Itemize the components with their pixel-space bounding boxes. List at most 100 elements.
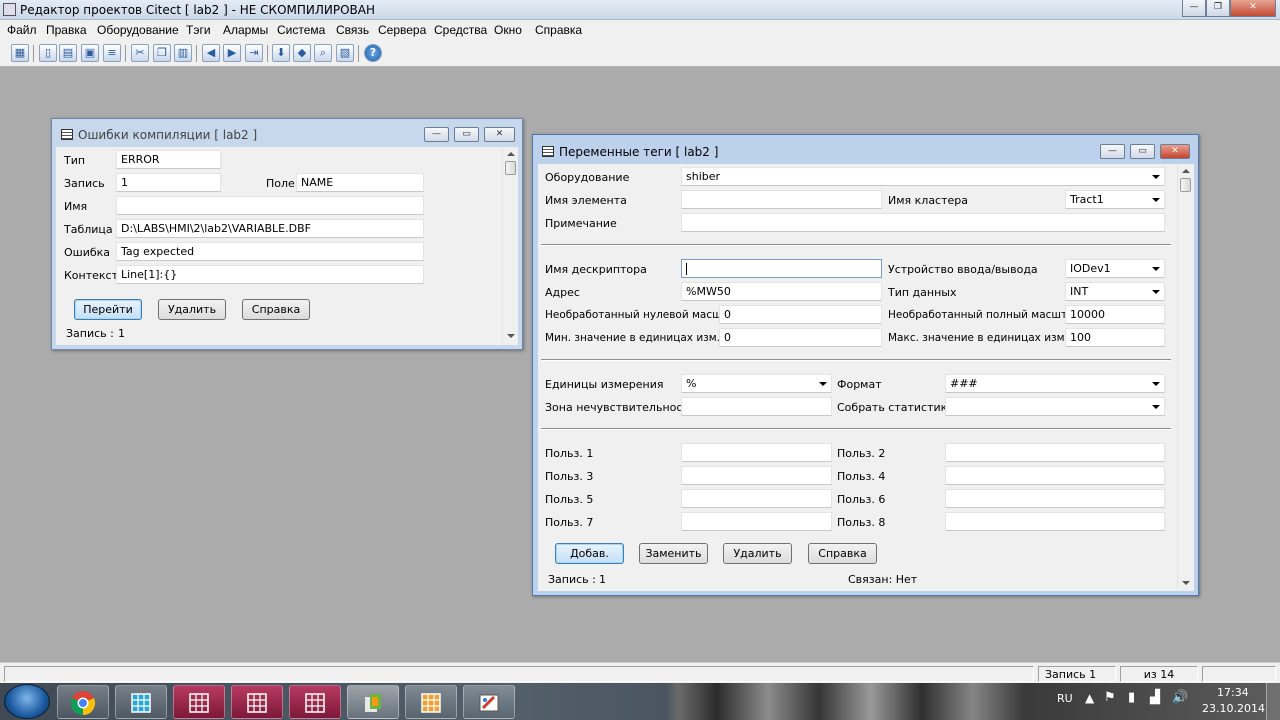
address-field[interactable]: %MW50: [681, 282, 882, 301]
action-center-icon[interactable]: ⚑: [1104, 690, 1116, 705]
error-field[interactable]: Tag expected: [116, 242, 424, 261]
network-icon[interactable]: ▟: [1150, 690, 1160, 705]
close-icon[interactable]: ✕: [1160, 144, 1190, 159]
chrome-icon[interactable]: [57, 685, 109, 719]
clock-date[interactable]: 23.10.2014: [1202, 702, 1265, 715]
menu-comms[interactable]: Связь: [336, 23, 369, 37]
run-icon[interactable]: ▧: [336, 44, 354, 62]
raw-zero-field[interactable]: 0: [719, 305, 882, 324]
goto-icon[interactable]: ⇥: [245, 44, 263, 62]
deadband-field[interactable]: [681, 397, 832, 416]
type-field[interactable]: ERROR: [116, 150, 221, 169]
maximize-icon[interactable]: ▭: [1130, 144, 1155, 159]
data-type-select[interactable]: INT: [1065, 282, 1165, 301]
eng-max-field[interactable]: 100: [1065, 328, 1165, 347]
menu-equipment[interactable]: Оборудование: [97, 23, 179, 37]
raw-full-field[interactable]: 10000: [1065, 305, 1165, 324]
menu-system[interactable]: Система: [277, 23, 325, 37]
menu-help[interactable]: Справка: [535, 23, 582, 37]
open-icon[interactable]: ▤: [59, 44, 77, 62]
descriptor-field[interactable]: [681, 259, 882, 278]
maximize-icon[interactable]: ▭: [454, 127, 479, 142]
scroll-up-icon[interactable]: [507, 152, 515, 156]
field-name-field[interactable]: NAME: [296, 173, 424, 192]
citect-icon[interactable]: [405, 685, 457, 719]
scroll-down-icon[interactable]: [507, 334, 515, 338]
delete-button[interactable]: Удалить: [158, 299, 226, 320]
user2-field[interactable]: [945, 443, 1165, 462]
element-field[interactable]: [681, 190, 882, 209]
user1-field[interactable]: [681, 443, 832, 462]
menu-file[interactable]: Файл: [7, 23, 37, 37]
menu-servers[interactable]: Сервера: [378, 23, 426, 37]
close-icon[interactable]: ✕: [1230, 0, 1276, 17]
office-icon[interactable]: [347, 685, 399, 719]
menu-window[interactable]: Окно: [494, 23, 522, 37]
format-select[interactable]: ###: [945, 374, 1165, 393]
menu-tools[interactable]: Средства: [434, 23, 487, 37]
help-button[interactable]: Справка: [808, 543, 877, 564]
scroll-thumb[interactable]: [1180, 178, 1191, 192]
eng-units-select[interactable]: %: [681, 374, 832, 393]
scroll-thumb[interactable]: [505, 161, 516, 175]
vertical-scrollbar[interactable]: [502, 147, 518, 345]
find-icon[interactable]: ⌕: [314, 44, 332, 62]
menu-alarms[interactable]: Алармы: [223, 23, 268, 37]
help-icon[interactable]: ?: [364, 44, 382, 62]
paint-icon[interactable]: [463, 685, 515, 719]
help-button[interactable]: Справка: [242, 299, 310, 320]
vertical-scrollbar[interactable]: [1177, 164, 1194, 591]
scroll-down-icon[interactable]: [1182, 581, 1190, 585]
restore-icon[interactable]: ❐: [1206, 0, 1230, 17]
volume-icon[interactable]: 🔊: [1172, 690, 1188, 705]
properties-icon[interactable]: ▣: [81, 44, 99, 62]
citect-icon[interactable]: [173, 685, 225, 719]
paste-icon[interactable]: ▥: [174, 44, 192, 62]
user4-field[interactable]: [945, 466, 1165, 485]
copy-icon[interactable]: ❐: [153, 44, 171, 62]
io-device-select[interactable]: IODev1: [1065, 259, 1165, 278]
scroll-up-icon[interactable]: [1182, 169, 1190, 173]
cut-icon[interactable]: ✂: [131, 44, 149, 62]
user5-field[interactable]: [681, 489, 832, 508]
user7-field[interactable]: [681, 512, 832, 531]
comment-field[interactable]: [681, 213, 1165, 232]
add-button[interactable]: Добав.: [555, 543, 624, 564]
citect-icon[interactable]: [231, 685, 283, 719]
list-icon[interactable]: ≡: [103, 44, 121, 62]
new-icon[interactable]: ▯: [39, 44, 57, 62]
power-icon[interactable]: ▮: [1128, 690, 1135, 705]
project-icon[interactable]: ▦: [11, 44, 29, 62]
cluster-select[interactable]: Tract1: [1065, 190, 1165, 209]
show-desktop-button[interactable]: [1266, 683, 1280, 720]
stats-select[interactable]: [945, 397, 1165, 416]
equipment-select[interactable]: shiber: [681, 167, 1165, 186]
menu-tags[interactable]: Тэги: [186, 23, 211, 37]
menu-edit[interactable]: Правка: [46, 23, 87, 37]
delete-button[interactable]: Удалить: [723, 543, 792, 564]
table-field[interactable]: D:\LABS\HMI\2\lab2\VARIABLE.DBF: [116, 219, 424, 238]
user6-field[interactable]: [945, 489, 1165, 508]
language-indicator[interactable]: RU: [1057, 692, 1073, 705]
minimize-icon[interactable]: —: [1100, 144, 1125, 159]
back-icon[interactable]: ◀: [202, 44, 220, 62]
record-field[interactable]: 1: [116, 173, 221, 192]
user3-field[interactable]: [681, 466, 832, 485]
forward-icon[interactable]: ▶: [223, 44, 241, 62]
pack-icon[interactable]: ⬇: [272, 44, 290, 62]
clock-time[interactable]: 17:34: [1217, 686, 1249, 699]
goto-button[interactable]: Перейти: [74, 299, 142, 320]
citect-icon[interactable]: [289, 685, 341, 719]
citect-icon[interactable]: [115, 685, 167, 719]
context-field[interactable]: Line[1]:{}: [116, 265, 424, 284]
minimize-icon[interactable]: —: [424, 127, 449, 142]
user8-field[interactable]: [945, 512, 1165, 531]
name-field[interactable]: [116, 196, 424, 215]
show-hidden-icons-icon[interactable]: ▲: [1085, 691, 1094, 705]
minimize-icon[interactable]: —: [1182, 0, 1206, 17]
close-icon[interactable]: ✕: [484, 127, 515, 142]
replace-button[interactable]: Заменить: [639, 543, 708, 564]
eng-min-field[interactable]: 0: [719, 328, 882, 347]
start-button[interactable]: [4, 684, 50, 719]
compile-icon[interactable]: ◆: [293, 44, 311, 62]
